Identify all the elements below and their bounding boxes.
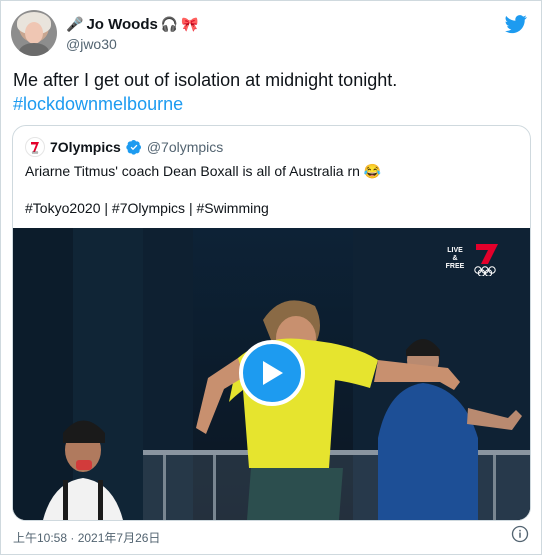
quoted-author-handle[interactable]: @7olympics bbox=[147, 139, 223, 155]
author-handle[interactable]: @jwo30 bbox=[66, 36, 199, 52]
video-player[interactable]: LIVE & FREE bbox=[13, 228, 530, 520]
verified-badge-icon bbox=[126, 140, 141, 155]
tweet-body: Me after I get out of isolation at midni… bbox=[13, 70, 398, 90]
quoted-tweet-header: 7Olympics @7olympics bbox=[25, 137, 223, 157]
channel-watermark: LIVE & FREE bbox=[444, 242, 504, 276]
tweet-timestamp[interactable]: 上午10:58 · 2021年7月26日 bbox=[13, 529, 160, 546]
seven-olympic-logo-icon bbox=[474, 244, 498, 276]
quoted-tweet-text: Ariarne Titmus' coach Dean Boxall is all… bbox=[25, 163, 382, 179]
info-icon[interactable] bbox=[511, 525, 529, 543]
avatar[interactable] bbox=[11, 10, 57, 56]
tweet-card: 🎤 Jo Woods 🎧 🎀 @jwo30 Me after I get out… bbox=[0, 0, 542, 555]
play-button[interactable] bbox=[239, 340, 305, 406]
quoted-avatar[interactable] bbox=[25, 137, 45, 157]
author-name-row: 🎤 Jo Woods 🎧 🎀 bbox=[66, 14, 199, 34]
quoted-author-name[interactable]: 7Olympics bbox=[50, 139, 121, 155]
tweet-text: Me after I get out of isolation at midni… bbox=[13, 68, 528, 116]
play-icon bbox=[263, 361, 283, 385]
olympic-seven-logo-icon bbox=[31, 142, 39, 154]
author-block[interactable]: 🎤 Jo Woods 🎧 🎀 @jwo30 bbox=[66, 14, 199, 53]
ribbon-icon: 🎀 bbox=[181, 16, 199, 32]
author-name[interactable]: Jo Woods bbox=[86, 16, 157, 33]
hashtag-link[interactable]: #lockdownmelbourne bbox=[13, 92, 528, 116]
tweet-header: 🎤 Jo Woods 🎧 🎀 @jwo30 bbox=[11, 9, 531, 59]
quoted-tweet-tags[interactable]: #Tokyo2020 | #7Olympics | #Swimming bbox=[25, 200, 269, 216]
quoted-tweet[interactable]: 7Olympics @7olympics Ariarne Titmus' coa… bbox=[12, 125, 531, 521]
microphone-icon: 🎤 bbox=[66, 16, 84, 32]
twitter-bird-icon[interactable] bbox=[505, 13, 527, 35]
headphones-icon: 🎧 bbox=[160, 16, 179, 32]
